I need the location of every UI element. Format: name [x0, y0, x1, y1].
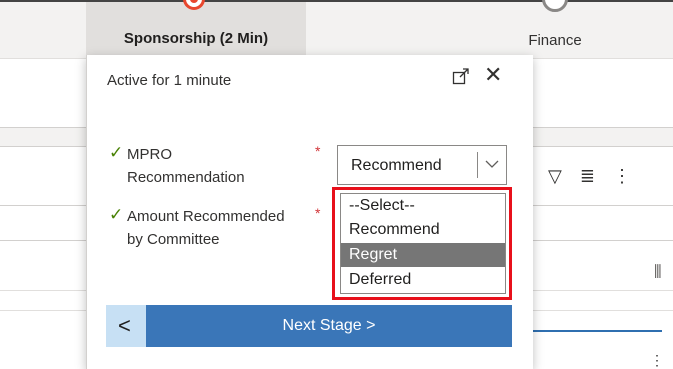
next-stage-label: Next Stage >	[282, 317, 376, 334]
field-label-amount-recommended: Amount Recommended by Committee	[127, 208, 285, 248]
stage-finance-label[interactable]: Finance	[500, 32, 610, 49]
select-value: Recommend	[351, 157, 442, 174]
mpro-recommendation-select[interactable]: Recommend	[337, 145, 507, 185]
chevron-down-icon[interactable]	[484, 156, 500, 172]
option-regret[interactable]: Regret	[341, 243, 505, 267]
required-indicator: *	[315, 205, 321, 221]
stage-status: Active for 1 minute	[107, 72, 232, 89]
select-divider	[477, 152, 478, 178]
chevron-left-icon: <	[118, 313, 131, 338]
expand-icon[interactable]	[452, 67, 470, 85]
focus-underline	[512, 330, 662, 332]
previous-stage-button[interactable]: <	[106, 305, 146, 347]
grid-toolbar: ▽≣⋮	[548, 166, 649, 187]
option-recommend[interactable]: Recommend	[341, 218, 505, 242]
stage-sponsorship-label: Sponsorship (2 Min)	[123, 30, 269, 47]
filter-icon[interactable]: ▽	[548, 166, 580, 186]
more-icon[interactable]: ⋮	[613, 166, 649, 186]
required-indicator: *	[315, 143, 321, 159]
more-icon[interactable]: ⋮	[650, 352, 664, 369]
checkmark-icon: ✓	[109, 205, 124, 224]
attachment-icon: ⫴	[654, 262, 662, 282]
field-label-mpro-recommendation: MPRO Recommendation	[127, 146, 245, 186]
close-icon[interactable]: ✕	[484, 64, 502, 86]
next-stage-button[interactable]: Next Stage >	[146, 305, 512, 347]
sort-icon[interactable]: ≣	[580, 166, 613, 186]
option-deferred[interactable]: Deferred	[341, 268, 505, 292]
checkmark-icon: ✓	[109, 143, 124, 162]
dropdown-options: --Select-- Recommend Regret Deferred	[340, 193, 506, 294]
option-select[interactable]: --Select--	[341, 194, 505, 218]
